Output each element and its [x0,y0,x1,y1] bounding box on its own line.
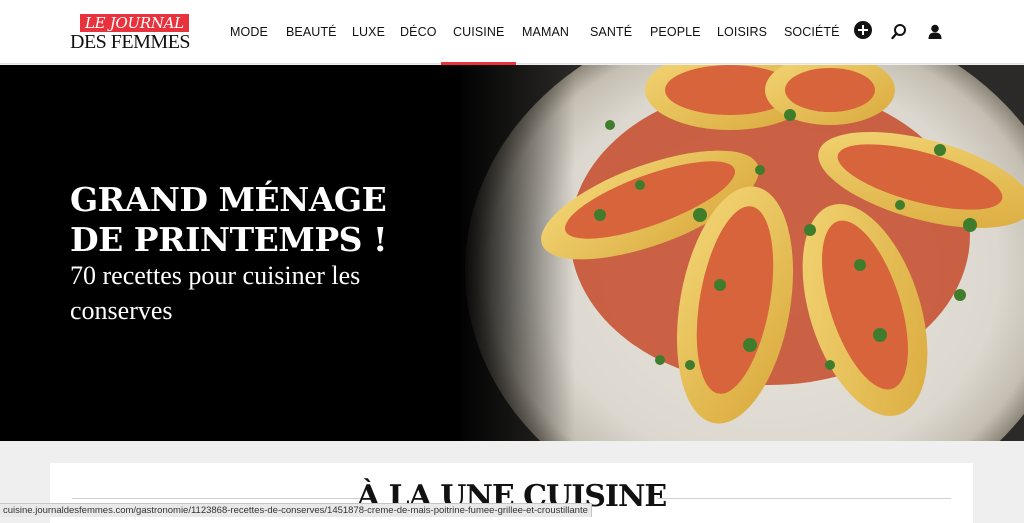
hero-banner[interactable]: GRAND MÉNAGE DE PRINTEMPS ! 70 recettes … [0,65,1024,441]
nav-item-loisirs[interactable]: LOISIRS [717,0,767,64]
nav-item-beaute[interactable]: BEAUTÉ [286,0,337,64]
hero-subtitle[interactable]: 70 recettes pour cuisiner les conserves [70,258,430,328]
logo-top-line: LE JOURNAL [80,14,189,32]
browser-status-url: cuisine.journaldesfemmes.com/gastronomie… [0,503,592,517]
nav-item-mode[interactable]: MODE [230,0,268,64]
nav-item-cuisine[interactable]: CUISINE [440,0,517,65]
nav-item-societe[interactable]: SOCIÉTÉ [784,0,840,64]
plus-icon[interactable] [854,21,872,39]
nav-item-luxe[interactable]: LUXE [352,0,385,64]
hero-title[interactable]: GRAND MÉNAGE DE PRINTEMPS ! [70,180,450,260]
nav-item-deco[interactable]: DÉCO [400,0,437,64]
site-header: LE JOURNAL DES FEMMES MODE BEAUTÉ LUXE D… [0,0,1024,65]
user-icon[interactable] [926,23,944,41]
site-logo[interactable]: LE JOURNAL DES FEMMES [70,14,200,53]
search-icon[interactable] [890,23,908,41]
nav-item-people[interactable]: PEOPLE [650,0,701,64]
nav-item-sante[interactable]: SANTÉ [590,0,632,64]
logo-bottom-line: DES FEMMES [70,31,191,53]
nav-item-maman[interactable]: MAMAN [522,0,569,64]
